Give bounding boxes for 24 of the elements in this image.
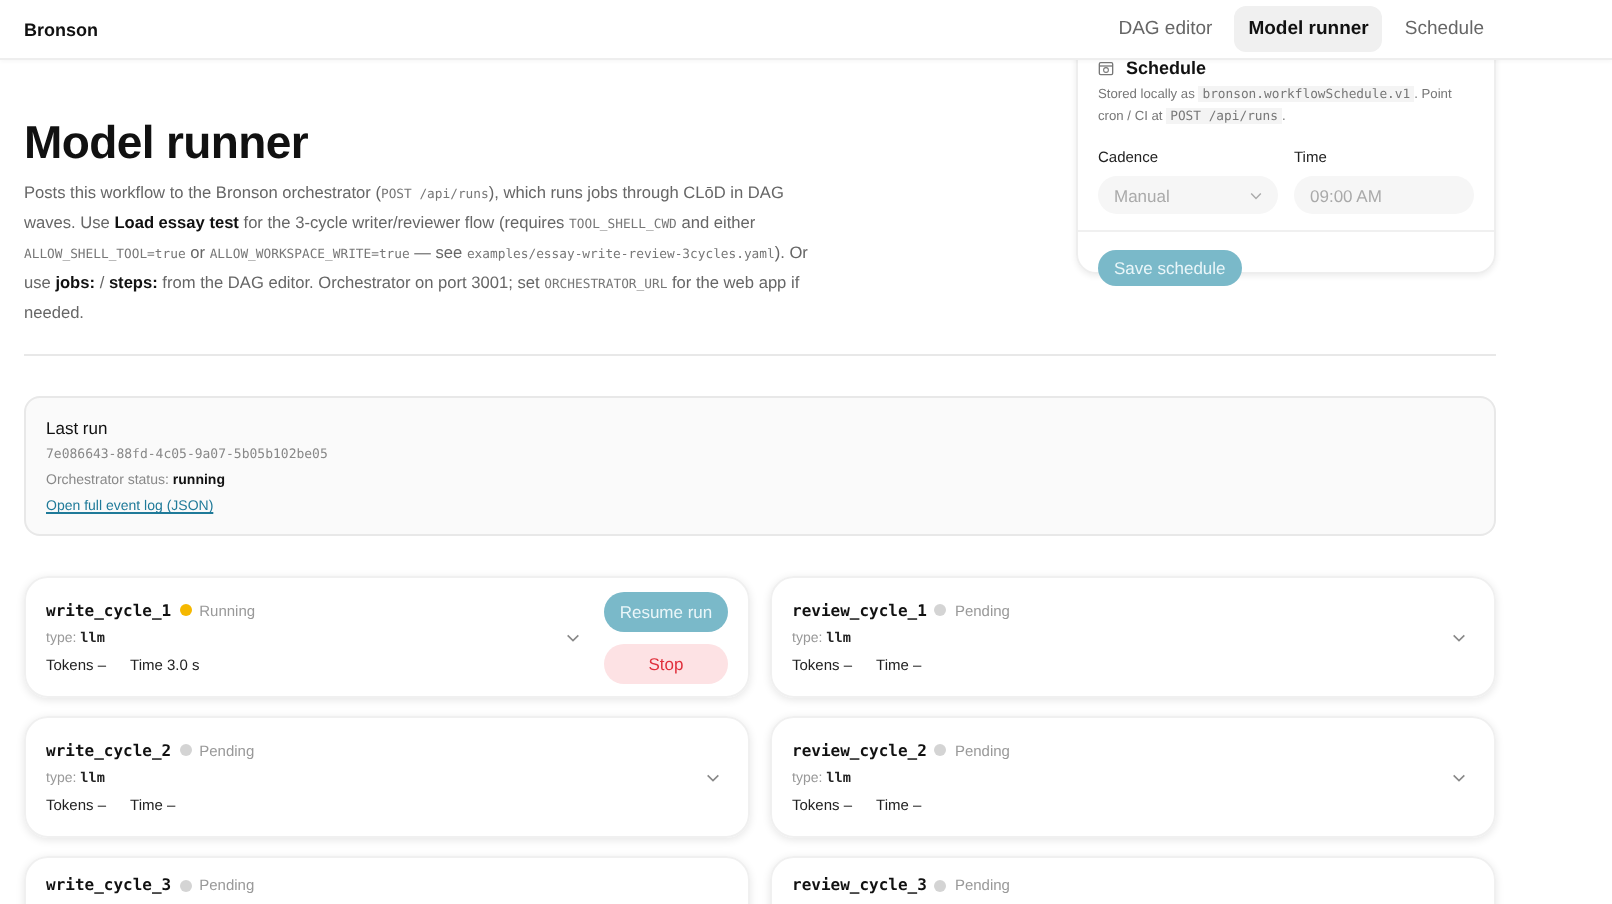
page-title: Model runner <box>24 116 311 170</box>
job-name: review_cycle_1 <box>792 601 927 619</box>
schedule-title: Schedule <box>1126 58 1207 78</box>
job-name: review_cycle_3 <box>792 876 927 894</box>
cadence-select[interactable]: Manual <box>1098 176 1278 214</box>
job-name: write_cycle_2 <box>46 741 172 759</box>
chevron-icon <box>1250 191 1262 199</box>
nav-tab[interactable]: DAG editor <box>1104 6 1227 52</box>
job-name: review_cycle_2 <box>792 741 927 759</box>
resume-button[interactable]: Resume run <box>604 591 728 631</box>
save-schedule-button[interactable]: Save schedule <box>1098 250 1242 286</box>
chevron-icon[interactable] <box>566 633 580 641</box>
stop-button[interactable]: Stop <box>604 643 728 683</box>
chevron-icon[interactable] <box>1452 773 1466 781</box>
calendar-icon <box>1098 60 1114 76</box>
job-name: write_cycle_1 <box>46 601 172 619</box>
time-field[interactable]: 09:00 AM <box>1294 176 1474 214</box>
brand-name: Bronson <box>24 19 98 39</box>
chevron-icon[interactable] <box>706 773 720 781</box>
nav-tab[interactable]: Model runner <box>1234 6 1383 52</box>
nav-tab[interactable]: Schedule <box>1390 6 1498 52</box>
chevron-icon[interactable] <box>1452 633 1466 641</box>
job-name: write_cycle_3 <box>46 876 172 894</box>
last-run-title: Last run <box>46 418 110 438</box>
